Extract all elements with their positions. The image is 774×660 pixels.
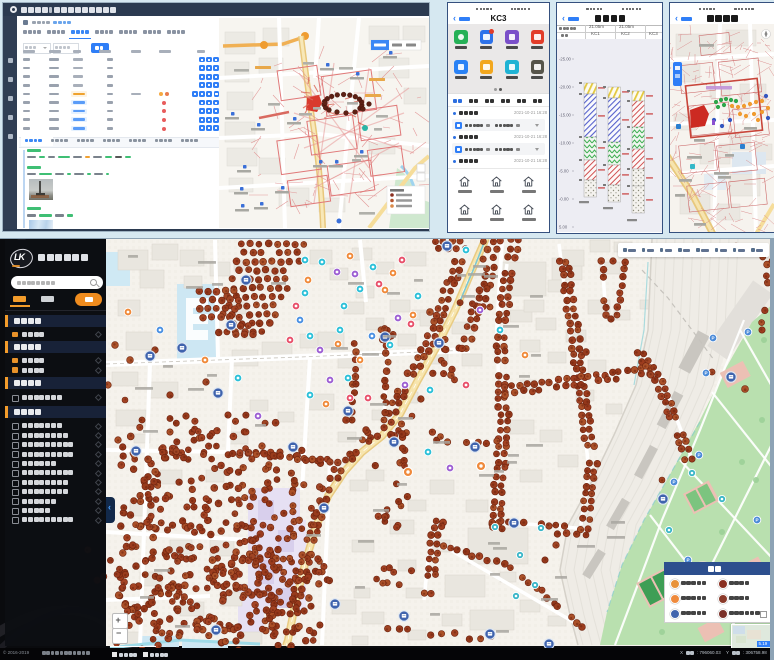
svg-text:P: P [705, 371, 708, 376]
svg-text:P: P [747, 330, 750, 335]
svg-text:P: P [698, 453, 701, 458]
svg-text:-10.00: -10.00 [559, 141, 572, 146]
svg-text:P: P [712, 336, 715, 341]
svg-text:P: P [673, 480, 676, 485]
svg-text:P: P [756, 518, 759, 523]
svg-text:-25.00: -25.00 [559, 57, 572, 62]
svg-text:-5.00: -5.00 [559, 169, 569, 174]
svg-text:-0.00: -0.00 [559, 197, 569, 202]
svg-text:-15.00: -15.00 [559, 113, 572, 118]
svg-text:-20.00: -20.00 [559, 85, 572, 90]
svg-text:5.00: 5.00 [559, 225, 568, 230]
